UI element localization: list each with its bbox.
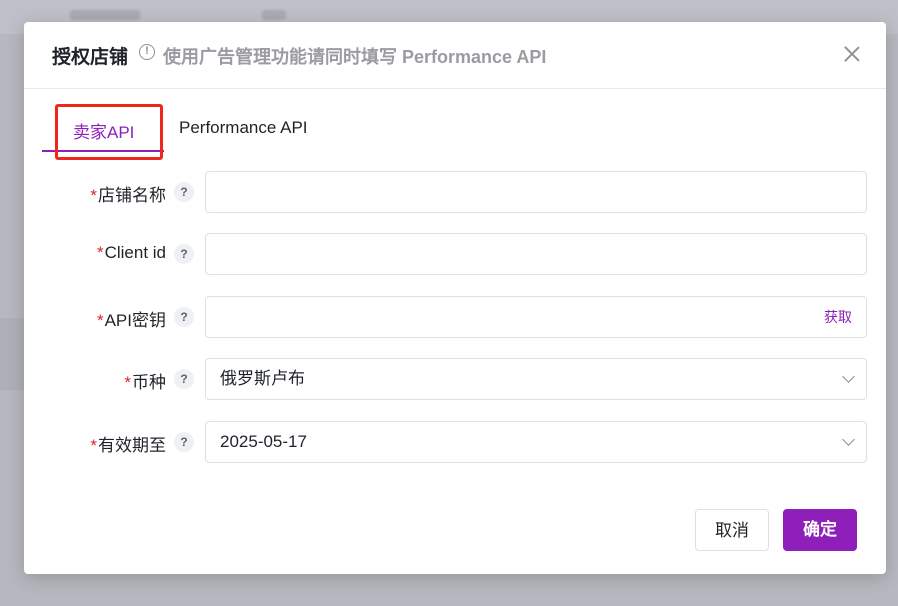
highlight-annotation bbox=[55, 104, 163, 160]
field-label: *API密钥 bbox=[97, 306, 166, 331]
dialog-title: 授权店铺 bbox=[52, 47, 129, 68]
form-row-expiry: *有效期至 ? 2025-05-17 bbox=[24, 421, 886, 465]
required-mark: * bbox=[124, 373, 131, 392]
currency-label: 币种 bbox=[132, 373, 166, 392]
api-key-input[interactable]: 获取 bbox=[205, 296, 867, 338]
client-id-input[interactable] bbox=[205, 233, 867, 275]
dialog-header: 授权店铺 ! 使用广告管理功能请同时填写 Performance API bbox=[24, 22, 886, 89]
fetch-key-link[interactable]: 获取 bbox=[824, 297, 852, 337]
help-icon[interactable]: ? bbox=[174, 307, 194, 327]
required-mark: * bbox=[90, 436, 97, 455]
expiry-date-select[interactable]: 2025-05-17 bbox=[205, 421, 867, 463]
field-label: *Client id bbox=[97, 243, 166, 263]
expiry-date-value: 2025-05-17 bbox=[220, 432, 307, 451]
field-label: *有效期至 bbox=[90, 431, 166, 456]
dialog-subtitle: 使用广告管理功能请同时填写 Performance API bbox=[163, 47, 547, 67]
expiry-label: 有效期至 bbox=[98, 436, 166, 455]
chevron-down-icon bbox=[842, 433, 855, 446]
api-key-label: API密钥 bbox=[104, 311, 166, 330]
form-row-store-name: *店铺名称 ? bbox=[24, 171, 886, 215]
currency-select[interactable]: 俄罗斯卢布 bbox=[205, 358, 867, 400]
cancel-button[interactable]: 取消 bbox=[695, 509, 769, 551]
client-id-label: Client id bbox=[104, 243, 166, 262]
store-name-label: 店铺名称 bbox=[98, 186, 166, 205]
field-label: *店铺名称 bbox=[90, 181, 166, 206]
form-row-client-id: *Client id ? bbox=[24, 233, 886, 277]
authorize-store-dialog: 授权店铺 ! 使用广告管理功能请同时填写 Performance API 卖家A… bbox=[24, 22, 886, 574]
store-name-input[interactable] bbox=[205, 171, 867, 213]
form-row-currency: *币种 ? 俄罗斯卢布 bbox=[24, 358, 886, 402]
close-icon[interactable] bbox=[840, 42, 864, 66]
currency-value: 俄罗斯卢布 bbox=[220, 369, 305, 388]
chevron-down-icon bbox=[842, 370, 855, 383]
help-icon[interactable]: ? bbox=[174, 369, 194, 389]
required-mark: * bbox=[90, 186, 97, 205]
help-icon[interactable]: ? bbox=[174, 244, 194, 264]
field-label: *币种 bbox=[124, 368, 166, 393]
help-icon[interactable]: ? bbox=[174, 432, 194, 452]
form-row-api-key: *API密钥 ? 获取 bbox=[24, 296, 886, 340]
confirm-button[interactable]: 确定 bbox=[783, 509, 857, 551]
tab-performance-api[interactable]: Performance API bbox=[179, 118, 308, 138]
required-mark: * bbox=[96, 243, 104, 262]
required-mark: * bbox=[96, 311, 104, 330]
info-icon: ! bbox=[139, 44, 155, 60]
tab-bar: 卖家API Performance API bbox=[24, 88, 886, 160]
help-icon[interactable]: ? bbox=[174, 182, 194, 202]
